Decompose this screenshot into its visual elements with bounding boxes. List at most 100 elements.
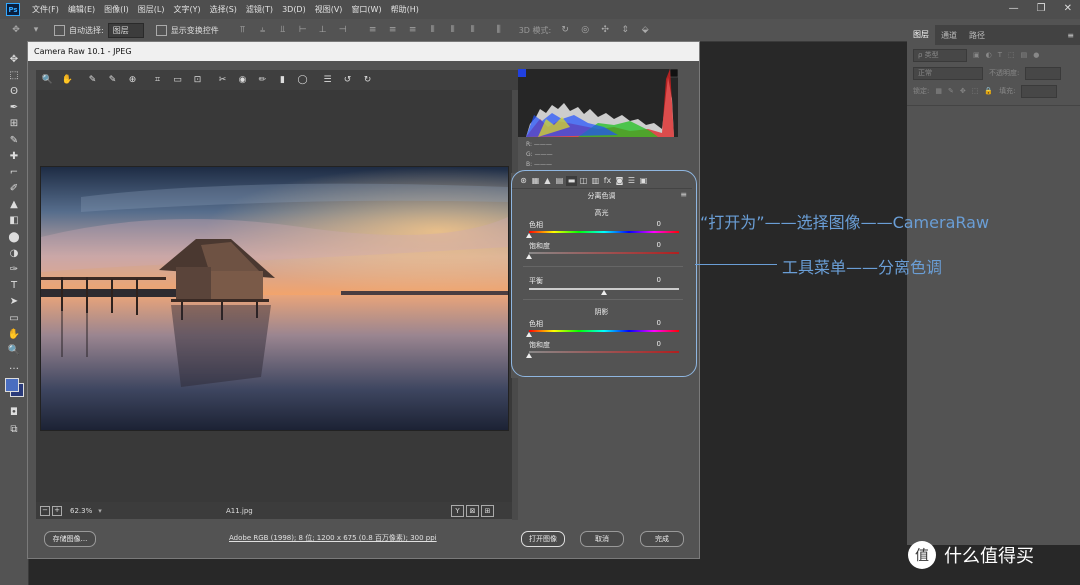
move-tool-icon[interactable]: ✥ bbox=[0, 51, 28, 67]
gradient-tool-icon[interactable]: ⬤ bbox=[0, 229, 28, 245]
menu-file[interactable]: 文件(F) bbox=[32, 4, 59, 15]
menu-view[interactable]: 视图(V) bbox=[315, 4, 343, 15]
eyedropper-tool-icon[interactable]: ✎ bbox=[0, 132, 28, 148]
move-tool-icon[interactable]: ✥ bbox=[10, 25, 22, 35]
filter-adjust-icon[interactable]: ◐ bbox=[986, 51, 992, 59]
zoom-out-button[interactable]: − bbox=[40, 505, 50, 516]
align-right-icon[interactable]: ⊣ bbox=[337, 25, 349, 35]
restore-icon[interactable]: ❐ bbox=[1037, 3, 1046, 14]
crop-tool-icon[interactable]: ⌗ bbox=[151, 74, 164, 86]
layer-kind-filter[interactable]: ρ 类型 bbox=[913, 48, 967, 62]
magic-wand-tool-icon[interactable]: ✒ bbox=[0, 100, 28, 116]
slide-3d-icon[interactable]: ⇕ bbox=[619, 25, 631, 35]
align-left-icon[interactable]: ⊢ bbox=[297, 25, 309, 35]
auto-select-checkbox[interactable] bbox=[54, 24, 65, 36]
auto-select-dropdown[interactable]: 图层 bbox=[107, 22, 144, 38]
lasso-tool-icon[interactable]: ʘ bbox=[0, 83, 28, 99]
brush-tool-icon[interactable]: ⌐ bbox=[0, 164, 28, 180]
align-hcenter-icon[interactable]: ⊥ bbox=[317, 25, 329, 35]
menu-3d[interactable]: 3D(D) bbox=[282, 5, 306, 14]
screen-mode-icon[interactable]: ⧉ bbox=[0, 421, 28, 437]
white-balance-tool-icon[interactable]: ✎ bbox=[86, 74, 99, 86]
spot-removal-tool-icon[interactable]: ✂ bbox=[216, 74, 229, 86]
rotate-left-icon[interactable]: ↺ bbox=[341, 74, 354, 86]
swap-settings-button[interactable]: ⊠ bbox=[466, 504, 479, 517]
distribute-top-icon[interactable]: ≡ bbox=[367, 25, 379, 35]
roll-3d-icon[interactable]: ◎ bbox=[579, 25, 591, 35]
align-top-icon[interactable]: ⫪ bbox=[237, 25, 249, 35]
clone-stamp-tool-icon[interactable]: ✐ bbox=[0, 181, 28, 197]
radial-filter-icon[interactable]: ◯ bbox=[296, 74, 309, 86]
filter-shape-icon[interactable]: ⬚ bbox=[1008, 51, 1015, 59]
copy-settings-button[interactable]: ⊞ bbox=[481, 504, 494, 517]
distribute-vcenter-icon[interactable]: ≡ bbox=[387, 25, 399, 35]
menu-select[interactable]: 选择(S) bbox=[210, 4, 237, 15]
marquee-tool-icon[interactable]: ⬚ bbox=[0, 67, 28, 83]
foreground-color-swatch[interactable] bbox=[5, 377, 19, 392]
zoom-tool-icon[interactable]: 🔍 bbox=[41, 74, 54, 86]
blend-mode-select[interactable]: 正常 bbox=[913, 66, 983, 80]
zoom-level[interactable]: 62.3% bbox=[70, 507, 92, 515]
drag-3d-icon[interactable]: ✣ bbox=[599, 25, 611, 35]
lock-transparent-icon[interactable]: ▦ bbox=[935, 87, 942, 95]
lock-all-icon[interactable]: 🔒 bbox=[984, 87, 993, 95]
targeted-adjustment-tool-icon[interactable]: ⊕ bbox=[126, 74, 139, 86]
menu-image[interactable]: 图像(I) bbox=[104, 4, 129, 15]
rectangle-tool-icon[interactable]: ▭ bbox=[0, 310, 28, 326]
before-after-button[interactable]: Y bbox=[451, 504, 464, 517]
open-image-button[interactable]: 打开图像 bbox=[521, 531, 565, 547]
quick-mask-icon[interactable]: ◘ bbox=[0, 405, 28, 421]
straighten-tool-icon[interactable]: ▭ bbox=[171, 74, 184, 86]
pen-tool-icon[interactable]: ✑ bbox=[0, 261, 28, 277]
menu-layer[interactable]: 图层(L) bbox=[138, 4, 165, 15]
lock-artboard-icon[interactable]: ⬚ bbox=[972, 87, 979, 95]
distribute-hcenter-icon[interactable]: ⦀ bbox=[447, 25, 459, 35]
history-brush-tool-icon[interactable]: ▲ bbox=[0, 197, 28, 213]
tab-layers[interactable]: 图层 bbox=[907, 25, 935, 45]
fill-field[interactable] bbox=[1021, 84, 1058, 98]
menu-type[interactable]: 文字(Y) bbox=[173, 4, 200, 15]
rotate-right-icon[interactable]: ↻ bbox=[361, 74, 374, 86]
tab-channels[interactable]: 通道 bbox=[935, 30, 963, 41]
scale-3d-icon[interactable]: ⬙ bbox=[639, 25, 651, 35]
color-sampler-tool-icon[interactable]: ✎ bbox=[106, 74, 119, 86]
crop-tool-icon[interactable]: ⊞ bbox=[0, 116, 28, 132]
panel-menu-icon[interactable]: ≡ bbox=[1067, 31, 1074, 40]
preferences-icon[interactable]: ☰ bbox=[321, 74, 334, 86]
minimize-icon[interactable]: — bbox=[1009, 3, 1019, 14]
hand-tool-icon[interactable]: ✋ bbox=[61, 74, 74, 86]
opacity-field[interactable] bbox=[1025, 66, 1062, 80]
workflow-options-link[interactable]: Adobe RGB (1998); 8 位; 1200 x 675 (0.8 百… bbox=[229, 533, 437, 543]
zoom-dropdown-icon[interactable]: ▾ bbox=[98, 507, 102, 515]
filter-type-icon[interactable]: T bbox=[998, 51, 1002, 59]
align-vcenter-icon[interactable]: ⫨ bbox=[257, 25, 269, 35]
type-tool-icon[interactable]: T bbox=[0, 278, 28, 294]
distribute-bottom-icon[interactable]: ≡ bbox=[407, 25, 419, 35]
path-selection-tool-icon[interactable]: ➤ bbox=[0, 294, 28, 310]
distribute-right-icon[interactable]: ⦀ bbox=[467, 25, 479, 35]
orbit-3d-icon[interactable]: ↻ bbox=[559, 25, 571, 35]
hand-tool-icon[interactable]: ✋ bbox=[0, 326, 28, 342]
filter-pixel-icon[interactable]: ▣ bbox=[973, 51, 980, 59]
done-button[interactable]: 完成 bbox=[640, 531, 684, 547]
distribute-left-icon[interactable]: ⦀ bbox=[427, 25, 439, 35]
menu-filter[interactable]: 滤镜(T) bbox=[246, 4, 273, 15]
healing-brush-tool-icon[interactable]: ✚ bbox=[0, 148, 28, 164]
menu-edit[interactable]: 编辑(E) bbox=[68, 4, 95, 15]
auto-align-icon[interactable]: ⫼ bbox=[493, 25, 505, 35]
zoom-tool-icon[interactable]: 🔍 bbox=[0, 342, 28, 358]
graduated-filter-icon[interactable]: ▮ bbox=[276, 74, 289, 86]
cancel-button[interactable]: 取消 bbox=[580, 531, 624, 547]
save-image-button[interactable]: 存储图像... bbox=[44, 531, 96, 547]
eraser-tool-icon[interactable]: ◧ bbox=[0, 213, 28, 229]
adjustment-brush-icon[interactable]: ✏ bbox=[256, 74, 269, 86]
align-bottom-icon[interactable]: ⫫ bbox=[277, 25, 289, 35]
filter-toggle-icon[interactable]: ● bbox=[1033, 51, 1039, 59]
lock-move-icon[interactable]: ✥ bbox=[960, 87, 966, 95]
menu-window[interactable]: 窗口(W) bbox=[351, 4, 381, 15]
lock-paint-icon[interactable]: ✎ bbox=[948, 87, 954, 95]
close-icon[interactable]: ✕ bbox=[1064, 3, 1072, 14]
filter-smart-icon[interactable]: ▤ bbox=[1021, 51, 1028, 59]
zoom-in-button[interactable]: + bbox=[52, 505, 62, 516]
chevron-down-icon[interactable]: ▾ bbox=[30, 25, 42, 35]
